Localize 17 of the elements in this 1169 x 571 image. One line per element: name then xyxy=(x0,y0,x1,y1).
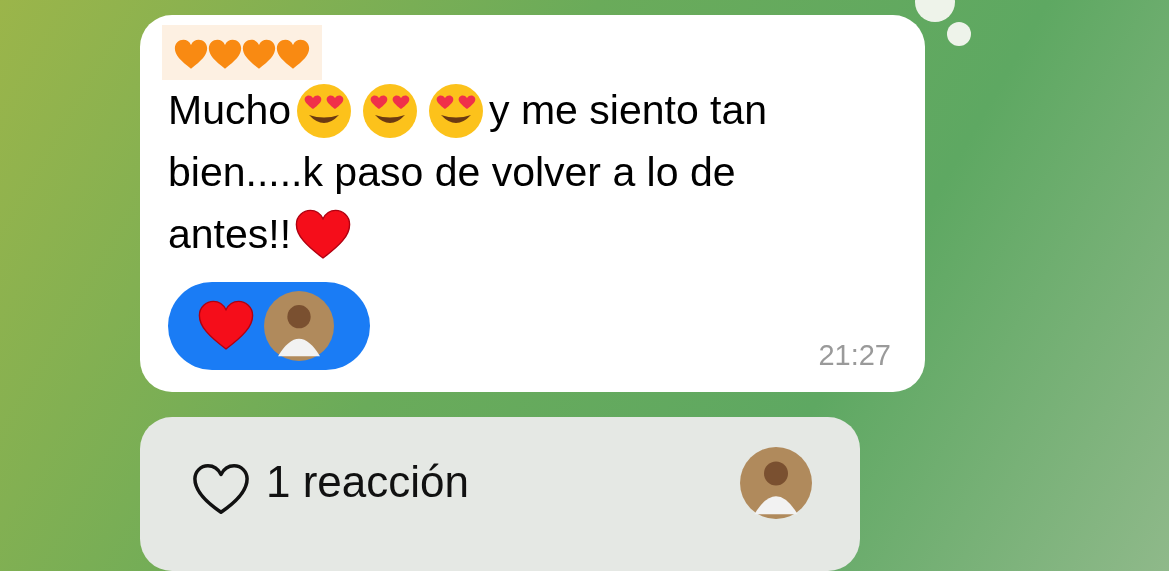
message-text: Mucho xyxy=(168,87,292,135)
heart-emoji-icon xyxy=(174,39,208,70)
message-text: bien.....k paso de volver a lo de xyxy=(168,149,736,197)
heart-emoji-icon xyxy=(276,39,310,70)
heart-eyes-emoji-icon xyxy=(295,81,354,140)
avatar-icon xyxy=(740,447,812,520)
heart-emoji-icon xyxy=(242,39,276,70)
heart-eyes-emoji-icon xyxy=(361,81,420,140)
heart-emoji-icon xyxy=(295,209,352,260)
message-time: 21:27 xyxy=(818,339,891,373)
heart-emoji-icon xyxy=(208,39,242,70)
message-text: y me siento tan xyxy=(489,87,768,135)
message-text: antes!! xyxy=(168,211,292,259)
heart-emoji-icon xyxy=(198,300,254,351)
reaction-count: 1 reacción xyxy=(266,457,469,508)
avatar-icon xyxy=(264,290,334,361)
heart-eyes-emoji-icon xyxy=(427,81,486,140)
